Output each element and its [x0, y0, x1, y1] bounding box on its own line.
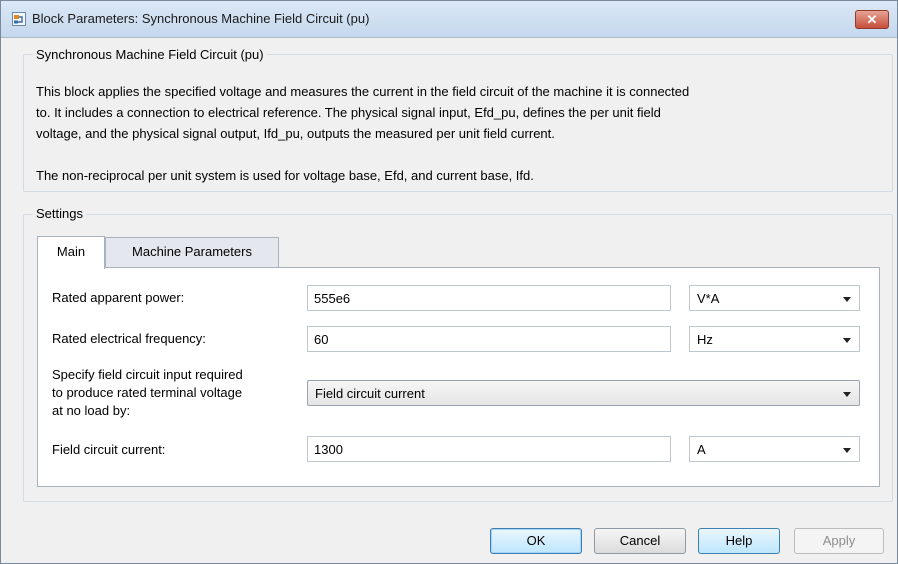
description-line-3: voltage, and the physical signal output,…: [36, 126, 555, 141]
description-line-2: to. It includes a connection to electric…: [36, 105, 661, 120]
block-parameters-dialog: Block Parameters: Synchronous Machine Fi…: [0, 0, 898, 564]
tab-main[interactable]: Main: [37, 236, 105, 269]
chevron-down-icon: [843, 392, 851, 397]
field-circuit-spec-dropdown[interactable]: Field circuit current: [307, 380, 860, 406]
rated-electrical-frequency-input[interactable]: [307, 326, 671, 352]
apply-button-label: Apply: [822, 533, 856, 548]
rated-electrical-frequency-unit-dropdown[interactable]: Hz: [689, 326, 860, 352]
tab-main-label: Main: [56, 244, 86, 259]
close-icon: ✕: [866, 12, 878, 27]
field-circuit-current-unit-dropdown[interactable]: A: [689, 436, 860, 462]
cancel-button-label: Cancel: [619, 533, 661, 548]
tab-machine-parameters[interactable]: Machine Parameters: [105, 237, 279, 267]
field-circuit-spec-label-line-3: at no load by:: [52, 403, 131, 418]
description-legend: Synchronous Machine Field Circuit (pu): [33, 47, 267, 62]
field-circuit-spec-label-line-2: to produce rated terminal voltage: [52, 385, 243, 400]
close-button[interactable]: ✕: [855, 10, 889, 29]
description-line-1: This block applies the specified voltage…: [36, 84, 690, 99]
ok-button-label: OK: [526, 533, 546, 548]
cancel-button[interactable]: Cancel: [594, 528, 686, 554]
field-circuit-current-label: Field circuit current:: [52, 442, 166, 457]
tab-machine-parameters-label: Machine Parameters: [132, 244, 252, 259]
rated-apparent-power-label: Rated apparent power:: [52, 290, 185, 305]
rated-apparent-power-input[interactable]: [307, 285, 671, 311]
field-circuit-current-input[interactable]: [307, 436, 671, 462]
help-button[interactable]: Help: [698, 528, 780, 554]
description-line-4: The non-reciprocal per unit system is us…: [36, 168, 534, 183]
help-button-label: Help: [725, 533, 753, 548]
rated-apparent-power-unit-value: V*A: [697, 291, 720, 306]
field-circuit-spec-value: Field circuit current: [315, 386, 425, 401]
rated-electrical-frequency-label: Rated electrical frequency:: [52, 331, 206, 346]
field-circuit-spec-label-line-1: Specify field circuit input required: [52, 367, 243, 382]
rated-apparent-power-unit-dropdown[interactable]: V*A: [689, 285, 860, 311]
rated-electrical-frequency-unit-value: Hz: [697, 332, 713, 347]
chevron-down-icon: [843, 297, 851, 302]
description-text: This block applies the specified voltage…: [36, 81, 886, 186]
apply-button[interactable]: Apply: [794, 528, 884, 554]
chevron-down-icon: [843, 338, 851, 343]
chevron-down-icon: [843, 448, 851, 453]
simulink-block-icon: [12, 12, 26, 26]
ok-button[interactable]: OK: [490, 528, 582, 554]
title-bar[interactable]: Block Parameters: Synchronous Machine Fi…: [1, 1, 897, 38]
window-title: Block Parameters: Synchronous Machine Fi…: [32, 11, 370, 26]
settings-legend: Settings: [33, 206, 86, 221]
field-circuit-spec-label: Specify field circuit input required to …: [52, 366, 243, 420]
field-circuit-current-unit-value: A: [697, 442, 706, 457]
